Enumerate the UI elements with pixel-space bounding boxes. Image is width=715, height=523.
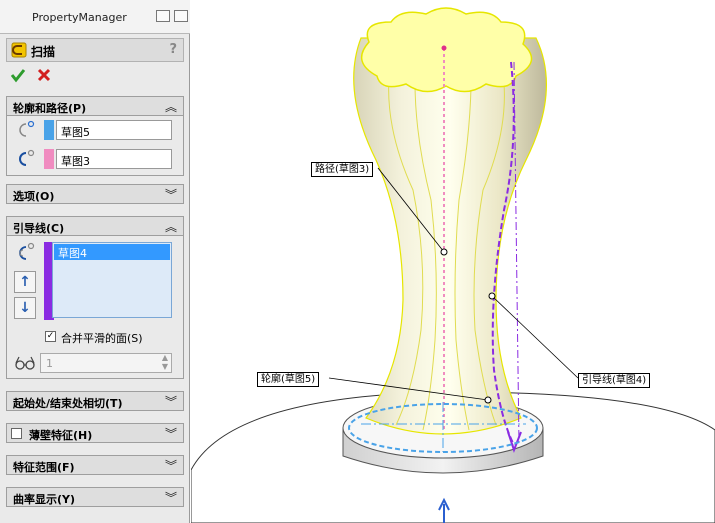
path-icon xyxy=(19,149,35,166)
guide-leader-dot xyxy=(488,292,496,300)
callout-guide[interactable]: 引导线(草图4) xyxy=(578,373,651,388)
path-endpoint xyxy=(441,45,447,51)
property-manager-panel: PropertyManager 扫描 ? 轮廓和路径(P) ︽ 草图5 草图3 xyxy=(0,0,190,523)
section-header-guide-curves[interactable]: 引导线(C) ︽ xyxy=(6,216,184,236)
merge-smooth-faces-label: 合并平滑的面(S) xyxy=(61,332,143,345)
profile-leader-dot xyxy=(484,396,492,404)
callout-path[interactable]: 路径(草图3) xyxy=(311,162,374,177)
section-header-options[interactable]: 选项(O) ︾ xyxy=(6,184,184,204)
move-down-button[interactable]: ↓ xyxy=(14,297,36,319)
list-item-label: 草图4 xyxy=(58,247,87,260)
chevron-down-icon: ︾ xyxy=(164,427,177,441)
path-selection-field[interactable]: 草图3 xyxy=(56,149,172,169)
cancel-x-icon[interactable] xyxy=(36,67,52,83)
feature-name: 扫描 xyxy=(31,45,56,59)
profile-selection-field[interactable]: 草图5 xyxy=(56,120,172,140)
profile-color-swatch xyxy=(44,120,54,140)
path-color-swatch xyxy=(44,149,54,169)
spinner-arrows-icon[interactable]: ▲ ▼ xyxy=(162,353,168,371)
guide-curves-list[interactable]: 草图4 xyxy=(52,242,172,318)
graphics-viewport[interactable] xyxy=(191,0,715,523)
help-button[interactable]: ? xyxy=(169,42,177,57)
chevron-down-icon: ︾ xyxy=(164,491,177,505)
thin-feature-checkbox[interactable] xyxy=(11,428,22,439)
float-panel-icon[interactable] xyxy=(174,10,188,22)
merge-smooth-faces-checkbox[interactable]: ✓ xyxy=(45,331,56,342)
callout-profile[interactable]: 轮廓(草图5) xyxy=(257,372,320,387)
property-manager-title: PropertyManager xyxy=(32,11,127,24)
spinner-value: 1 xyxy=(46,357,53,370)
chevron-down-icon: ︾ xyxy=(164,459,177,473)
guide-curve-spinner[interactable]: 1 ▲ ▼ xyxy=(40,353,172,373)
property-manager-titlebar: PropertyManager xyxy=(0,0,190,34)
section-header-thin-feature[interactable]: 薄壁特征(H) ︾ xyxy=(6,423,184,443)
section-title: 引导线(C) xyxy=(13,222,65,235)
chevron-up-icon: ︽ xyxy=(164,100,177,114)
section-title: 起始处/结束处相切(T) xyxy=(13,397,123,410)
section-title: 轮廓和路径(P) xyxy=(13,102,87,115)
guide-leader xyxy=(491,295,579,379)
chevron-down-icon: ︾ xyxy=(164,188,177,202)
feature-header: 扫描 ? xyxy=(6,38,184,62)
section-title: 特征范围(F) xyxy=(13,461,75,474)
section-header-feature-scope[interactable]: 特征范围(F) ︾ xyxy=(6,455,184,475)
profile-value: 草图5 xyxy=(61,126,90,139)
glasses-icon[interactable] xyxy=(14,355,36,371)
profile-top-outline xyxy=(360,7,533,93)
section-header-profile-path[interactable]: 轮廓和路径(P) ︽ xyxy=(6,96,184,116)
profile-icon xyxy=(19,120,35,137)
section-title: 薄壁特征(H) xyxy=(29,429,93,442)
path-value: 草图3 xyxy=(61,155,90,168)
sweep-vase-body xyxy=(353,7,548,435)
move-up-icon: ↑ xyxy=(19,274,31,290)
sweep-icon xyxy=(11,42,27,58)
move-up-button[interactable]: ↑ xyxy=(14,271,36,293)
section-title: 曲率显示(Y) xyxy=(13,493,76,506)
section-header-curvature-display[interactable]: 曲率显示(Y) ︾ xyxy=(6,487,184,507)
pin-icon[interactable] xyxy=(156,10,170,22)
guide-curve-icon xyxy=(19,242,35,260)
chevron-up-icon: ︽ xyxy=(164,220,177,234)
section-header-tangency[interactable]: 起始处/结束处相切(T) ︾ xyxy=(6,391,184,411)
list-item[interactable]: 草图4 xyxy=(54,244,170,260)
move-down-icon: ↓ xyxy=(19,300,31,316)
path-leader-dot xyxy=(440,248,448,256)
ok-checkmark-icon[interactable] xyxy=(10,67,26,83)
chevron-down-icon: ︾ xyxy=(164,395,177,409)
section-title: 选项(O) xyxy=(13,190,55,203)
